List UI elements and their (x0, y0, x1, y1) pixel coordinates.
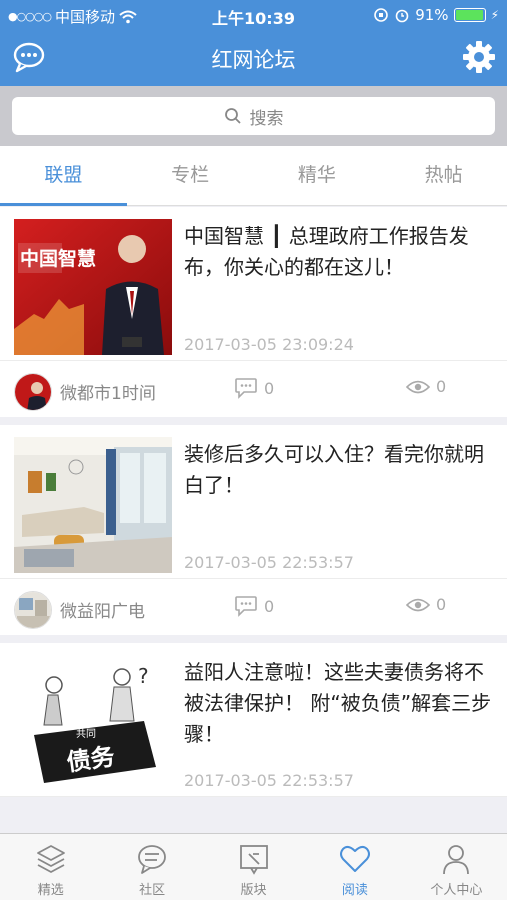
tabbar-label: 社区 (139, 883, 166, 898)
comment-count-value: 0 (264, 596, 275, 616)
charging-icon: ⚡ (490, 8, 499, 22)
post-title[interactable]: 中国智慧 ┃ 总理政府工作报告发布，你关心的都在这儿！ (184, 221, 493, 283)
tab-alliance[interactable]: 联盟 (0, 146, 127, 206)
view-count: 0 (406, 595, 446, 614)
bottom-tab-bar: 精选 社区 版块 阅读 个人中心 (0, 833, 507, 900)
search-bar: 搜索 (0, 86, 507, 146)
tabbar-label: 阅读 (341, 883, 368, 898)
post-time: 2017-03-05 22:53:57 (184, 553, 354, 572)
comment-icon (235, 378, 257, 399)
comment-count[interactable]: 0 (234, 377, 274, 399)
post-card[interactable]: 装修后多久可以入住？看完你就明白了！ 2017-03-05 22:53:57 微… (0, 425, 507, 635)
tab-column[interactable]: 专栏 (127, 146, 254, 205)
post-card[interactable]: 中国智慧 中国智慧 ┃ 总理政府工作报告发布，你关心的都在这儿！ 2017-03… (0, 207, 507, 417)
gear-icon[interactable] (461, 39, 497, 75)
post-source[interactable]: 微都市1时间 (60, 379, 156, 404)
tabbar-item-profile[interactable]: 个人中心 (406, 834, 507, 900)
search-input[interactable]: 搜索 (12, 97, 495, 135)
tabbar-label: 精选 (37, 883, 64, 898)
question-mark-icon: ? (138, 664, 149, 688)
post-source[interactable]: 微益阳广电 (60, 597, 145, 622)
post-feed: 中国智慧 中国智慧 ┃ 总理政府工作报告发布，你关心的都在这儿！ 2017-03… (0, 207, 507, 833)
post-title[interactable]: 装修后多久可以入住？看完你就明白了！ (184, 439, 493, 501)
post-time: 2017-03-05 23:09:24 (184, 335, 354, 354)
thumbnail-caption: 中国智慧 (20, 247, 96, 270)
status-bar: ●○○○○ 中国移动 上午10:39 91% ⚡ (0, 0, 507, 30)
view-count: 0 (406, 377, 446, 396)
search-placeholder: 搜索 (249, 108, 284, 129)
view-count-value: 0 (436, 377, 447, 396)
comment-count-value: 0 (264, 378, 275, 398)
tabbar-item-boards[interactable]: 版块 (203, 834, 304, 900)
post-card[interactable]: ? 共同 债务 益阳人注意啦！这些夫妻债务将不被法律保护！ 附“被负债”解套三步… (0, 643, 507, 797)
tabbar-label: 版块 (240, 883, 267, 898)
avatar (14, 373, 52, 411)
layers-icon (36, 845, 65, 873)
comment-count[interactable]: 0 (234, 595, 274, 617)
category-tabs: 联盟 专栏 精华 热帖 (0, 146, 507, 206)
battery-percent: 91% (415, 6, 449, 24)
tabbar-label: 个人中心 (430, 883, 483, 898)
post-time: 2017-03-05 22:53:57 (184, 771, 354, 790)
post-thumbnail: ? 共同 债务 (14, 655, 172, 791)
eye-icon (406, 380, 430, 393)
tabbar-item-community[interactable]: 社区 (101, 834, 202, 900)
tab-featured[interactable]: 精华 (254, 146, 381, 205)
post-thumbnail: 中国智慧 (14, 219, 172, 355)
tabbar-item-featured[interactable]: 精选 (0, 834, 101, 900)
search-icon (224, 108, 241, 124)
rotation-lock-icon (374, 8, 389, 22)
alarm-icon (395, 9, 409, 23)
person-icon (443, 845, 470, 875)
view-count-value: 0 (436, 595, 447, 614)
post-thumbnail (14, 437, 172, 573)
post-title[interactable]: 益阳人注意啦！这些夫妻债务将不被法律保护！ 附“被负债”解套三步骤！ (184, 657, 493, 750)
battery-icon (453, 8, 486, 22)
tab-hot-posts[interactable]: 热帖 (380, 146, 507, 205)
board-icon (239, 845, 268, 875)
nav-bar: 红网论坛 (0, 30, 507, 86)
eye-icon (406, 598, 430, 611)
avatar (14, 591, 52, 629)
chat-icon (138, 845, 167, 874)
thumbnail-caption-small: 共同 (76, 728, 96, 740)
comment-icon (235, 596, 257, 617)
heart-icon (339, 845, 370, 872)
tabbar-item-reading[interactable]: 阅读 (304, 834, 405, 900)
page-title: 红网论坛 (211, 48, 296, 72)
